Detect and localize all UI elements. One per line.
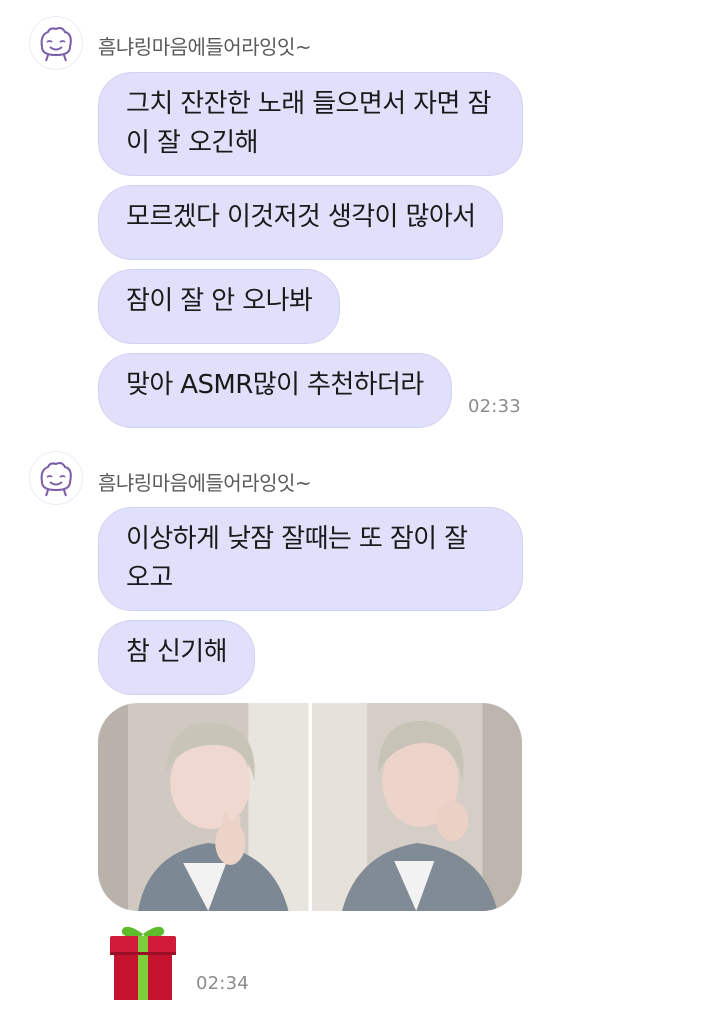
photo-thumbnail[interactable] bbox=[98, 703, 309, 911]
message-bubble[interactable]: 이상하게 낮잠 잘때는 또 잠이 잘 오고 bbox=[98, 507, 523, 611]
sender-avatar[interactable] bbox=[29, 451, 83, 505]
message-bubble[interactable]: 그치 잔잔한 노래 들으면서 자면 잠이 잘 오긴해 bbox=[98, 72, 523, 176]
character-avatar-icon bbox=[40, 462, 72, 497]
photo-attachment-group[interactable] bbox=[98, 703, 522, 911]
message-time: 02:34 bbox=[196, 973, 249, 994]
photo-thumbnail[interactable] bbox=[311, 703, 522, 911]
sender-name: 흠냐링마음에들어라잉잇~ bbox=[98, 471, 312, 495]
selfie-finger-heart-image bbox=[311, 703, 522, 911]
sender-avatar[interactable] bbox=[29, 16, 83, 70]
message-bubble[interactable]: 참 신기해 bbox=[98, 620, 255, 695]
message-bubble[interactable]: 잠이 잘 안 오나봐 bbox=[98, 269, 341, 344]
message-bubble[interactable]: 모르겠다 이것저것 생각이 많아서 bbox=[98, 185, 504, 260]
message-bubble[interactable]: 맞아 ASMR많이 추천하더라 bbox=[98, 353, 452, 428]
sender-name: 흠냐링마음에들어라잉잇~ bbox=[98, 35, 312, 59]
character-avatar-icon bbox=[40, 27, 72, 62]
gift-box-icon[interactable] bbox=[104, 920, 182, 1004]
message-time: 02:33 bbox=[468, 396, 521, 417]
selfie-peace-sign-image bbox=[98, 703, 309, 911]
